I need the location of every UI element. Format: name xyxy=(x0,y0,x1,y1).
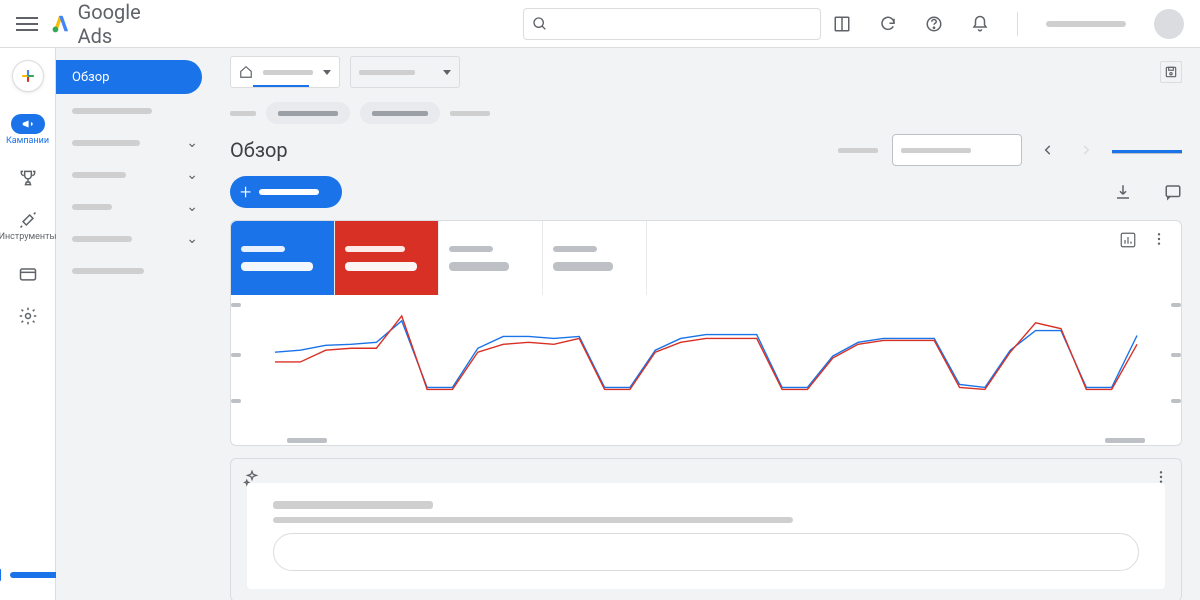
ads-logo-icon xyxy=(50,12,72,36)
new-campaign-button[interactable]: + xyxy=(230,176,342,208)
plus-icon: + xyxy=(240,180,251,204)
save-view-icon[interactable] xyxy=(1160,61,1182,83)
appearance-icon[interactable] xyxy=(833,15,851,33)
gear-icon xyxy=(18,306,38,326)
account-switcher[interactable] xyxy=(1046,21,1126,27)
create-button[interactable] xyxy=(12,60,44,92)
header-actions xyxy=(833,9,1184,39)
line-chart-svg xyxy=(257,305,1155,415)
rail-billing[interactable] xyxy=(0,264,56,284)
scope-bar xyxy=(212,48,1200,96)
page-title: Обзор xyxy=(230,138,288,162)
filter-chip[interactable] xyxy=(360,102,440,124)
nav-item[interactable] xyxy=(56,96,212,126)
next-period-button[interactable] xyxy=(1074,138,1098,162)
avatar[interactable] xyxy=(1154,9,1184,39)
app-header: Google Ads xyxy=(0,0,1200,48)
nav-item[interactable]: ⌄ xyxy=(56,160,212,190)
tools-icon xyxy=(18,210,38,230)
trophy-icon xyxy=(18,168,38,188)
add-filter-link[interactable] xyxy=(450,111,490,116)
rail-admin[interactable] xyxy=(0,306,56,326)
title-row: Обзор xyxy=(212,130,1200,176)
menu-icon[interactable] xyxy=(16,12,38,36)
x-tick xyxy=(287,438,327,443)
overview-toolbar: + xyxy=(212,176,1200,220)
refresh-icon[interactable] xyxy=(879,15,897,33)
account-selector[interactable] xyxy=(230,56,340,88)
chevron-down-icon: ⌄ xyxy=(186,231,198,247)
logo-text-2: Ads xyxy=(78,24,113,48)
chevron-down-icon: ⌄ xyxy=(186,167,198,183)
chevron-down-icon: ⌄ xyxy=(186,199,198,215)
metric-tab-3[interactable] xyxy=(439,221,543,295)
card-icon xyxy=(18,264,38,284)
rail-campaigns[interactable]: Кампании xyxy=(0,114,56,146)
search-icon xyxy=(532,16,548,32)
x-tick xyxy=(1105,438,1145,443)
metric-tab-1[interactable] xyxy=(231,221,335,295)
prev-period-button[interactable] xyxy=(1036,138,1060,162)
rec-text xyxy=(273,517,793,523)
campaign-selector[interactable] xyxy=(350,56,460,88)
rec-title xyxy=(273,501,433,509)
sparkle-icon xyxy=(243,469,261,487)
nav-item[interactable]: ⌄ xyxy=(56,128,212,158)
nav-overview-label: Обзор xyxy=(72,70,109,85)
rail-campaigns-label: Кампании xyxy=(6,136,49,146)
nav-item[interactable]: ⌄ xyxy=(56,192,212,222)
chevron-down-icon: ⌄ xyxy=(186,135,198,151)
nav-item[interactable]: ⌄ xyxy=(56,224,212,254)
left-rail: Кампании Инструменты xyxy=(0,48,56,600)
mobile-icon xyxy=(0,566,4,584)
recommendations-card xyxy=(230,458,1182,600)
logo-text-1: Google xyxy=(78,0,141,24)
compare-toggle[interactable] xyxy=(1112,146,1182,154)
metric-tabs xyxy=(231,221,1181,295)
nav-overview[interactable]: Обзор xyxy=(56,60,202,94)
feedback-icon[interactable] xyxy=(1164,183,1182,201)
side-nav: Обзор ⌄ ⌄ ⌄ ⌄ xyxy=(56,48,212,600)
chart-settings-icon[interactable] xyxy=(1119,231,1137,249)
recommendations-content xyxy=(247,483,1165,589)
dropdown-icon xyxy=(443,70,451,75)
filter-label xyxy=(230,111,256,116)
filter-chips-row xyxy=(212,96,1200,130)
save-icon xyxy=(1164,65,1178,79)
chevron-right-icon xyxy=(1079,143,1093,157)
chevron-left-icon xyxy=(1041,143,1055,157)
plus-icon xyxy=(18,66,38,86)
metric-tab-2[interactable] xyxy=(335,221,439,295)
date-range-picker[interactable] xyxy=(892,134,1022,166)
rail-tools-label: Инструменты xyxy=(0,232,56,242)
divider xyxy=(1017,12,1018,36)
help-icon[interactable] xyxy=(925,15,943,33)
download-icon[interactable] xyxy=(1114,183,1132,201)
metric-tab-4[interactable] xyxy=(543,221,647,295)
megaphone-icon xyxy=(21,117,35,131)
label xyxy=(838,148,878,153)
main-content: Обзор + xyxy=(212,48,1200,600)
rail-tools[interactable]: Инструменты xyxy=(0,210,56,242)
home-icon xyxy=(239,65,253,79)
nav-item[interactable] xyxy=(56,256,212,286)
rail-goals[interactable] xyxy=(0,168,56,188)
notifications-icon[interactable] xyxy=(971,15,989,33)
more-icon[interactable] xyxy=(1153,469,1169,485)
performance-chart xyxy=(231,295,1181,445)
search-input[interactable] xyxy=(523,8,821,40)
product-logo[interactable]: Google Ads xyxy=(50,0,171,48)
more-icon[interactable] xyxy=(1151,231,1167,247)
rec-input[interactable] xyxy=(273,533,1139,571)
filter-chip[interactable] xyxy=(266,102,350,124)
dropdown-icon xyxy=(323,70,331,75)
performance-card xyxy=(230,220,1182,446)
